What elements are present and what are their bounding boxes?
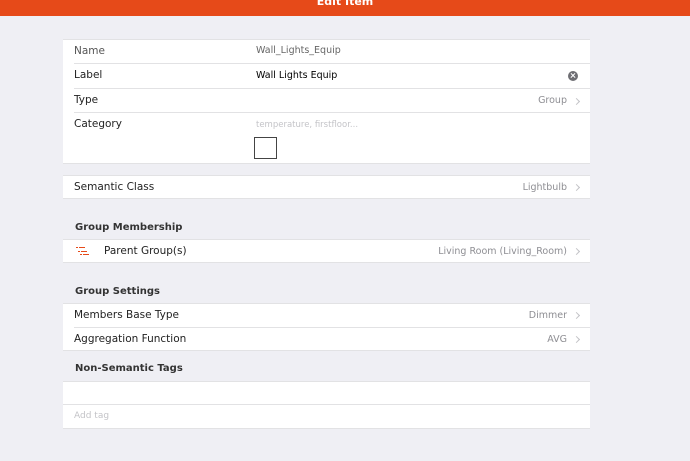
semantic-class-row[interactable]: Semantic Class Lightbulb: [63, 176, 590, 199]
chevron-right-icon: [572, 311, 581, 320]
app-header: Edit Item: [0, 0, 690, 16]
type-row[interactable]: Type Group: [63, 89, 590, 113]
parent-groups-row[interactable]: Parent Group(s) Living Room (Living_Room…: [63, 240, 590, 263]
label-label: Label: [74, 69, 103, 81]
semantic-class-label: Semantic Class: [74, 181, 155, 193]
name-value: Wall_Lights_Equip: [256, 45, 341, 56]
non-semantic-tags-title: Non-Semantic Tags: [75, 363, 183, 374]
chevron-right-icon: [572, 97, 581, 106]
group-membership-card: Parent Group(s) Living Room (Living_Room…: [63, 239, 590, 263]
aggregation-function-label: Aggregation Function: [74, 333, 187, 345]
group-settings-title: Group Settings: [75, 286, 160, 297]
name-row: Name Wall_Lights_Equip: [63, 40, 590, 64]
chevron-right-icon: [572, 183, 581, 192]
tags-list: [63, 382, 590, 404]
aggregation-function-value: AVG: [547, 334, 567, 345]
category-row[interactable]: Category temperature, firstfloor...: [63, 113, 590, 165]
clear-icon[interactable]: [568, 71, 578, 81]
group-settings-card: Members Base Type Dimmer Aggregation Fun…: [63, 303, 590, 351]
tags-card: Add tag: [63, 381, 590, 429]
chevron-right-icon: [572, 335, 581, 344]
category-label: Category: [74, 118, 122, 130]
page-title: Edit Item: [316, 0, 374, 8]
item-card: Name Wall_Lights_Equip Label Wall Lights…: [63, 39, 590, 164]
semantic-card: Semantic Class Lightbulb: [63, 175, 590, 199]
list-icon: [76, 247, 90, 257]
parent-groups-label: Parent Group(s): [104, 245, 187, 257]
members-base-type-value: Dimmer: [528, 310, 567, 321]
semantic-class-value: Lightbulb: [522, 182, 567, 193]
members-base-type-row[interactable]: Members Base Type Dimmer: [63, 304, 590, 327]
name-label: Name: [74, 45, 105, 57]
type-label: Type: [74, 94, 99, 106]
aggregation-function-row[interactable]: Aggregation Function AVG: [63, 328, 590, 351]
add-tag-input[interactable]: Add tag: [74, 411, 109, 421]
label-row[interactable]: Label Wall Lights Equip: [63, 64, 590, 88]
parent-groups-value: Living Room (Living_Room): [438, 246, 567, 257]
group-membership-title: Group Membership: [75, 222, 183, 233]
add-tag-row[interactable]: Add tag: [63, 405, 590, 429]
type-value: Group: [538, 95, 567, 106]
category-input[interactable]: temperature, firstfloor...: [256, 120, 358, 130]
members-base-type-label: Members Base Type: [74, 309, 180, 321]
label-input[interactable]: Wall Lights Equip: [256, 70, 337, 81]
category-icon-preview[interactable]: [254, 137, 277, 159]
chevron-right-icon: [572, 247, 581, 256]
